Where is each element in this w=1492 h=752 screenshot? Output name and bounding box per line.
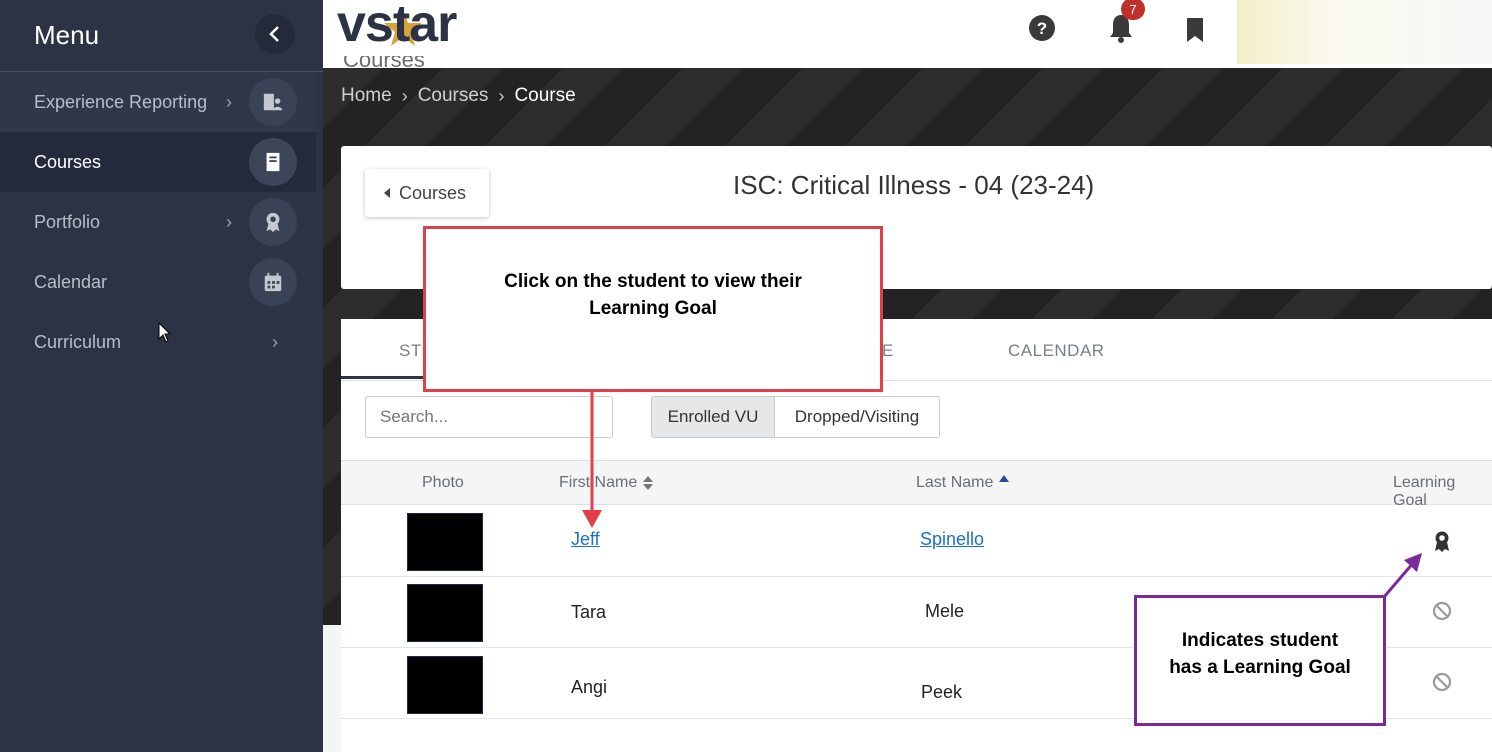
annotation-line: Indicates student <box>1181 629 1339 651</box>
annotation-learning-goal-indicator: Indicates student has a Learning Goal <box>1134 595 1386 726</box>
logo[interactable]: vstar <box>337 0 457 54</box>
back-button-label: Courses <box>399 182 467 203</box>
table-row: Jeff Spinello <box>341 506 1492 577</box>
chevron-right-icon: › <box>498 85 505 106</box>
chevron-right-icon: › <box>401 85 408 106</box>
sidebar-item-experience-reporting[interactable]: Experience Reporting › <box>0 72 316 132</box>
breadcrumb-home[interactable]: Home <box>341 85 392 107</box>
sidebar-item-portfolio[interactable]: Portfolio › <box>0 192 323 252</box>
breadcrumb-course: Course <box>514 85 576 106</box>
tab-hidden[interactable]: E <box>882 341 894 361</box>
sidebar-item-label: Curriculum <box>34 331 122 352</box>
help-icon[interactable]: ? <box>1028 14 1056 42</box>
enrolled-vu-toggle[interactable]: Enrolled VU <box>651 396 775 438</box>
annotation-line: Click on the student to view their <box>504 271 802 292</box>
bookmark-icon[interactable] <box>1185 17 1205 43</box>
top-bar: vstar ? 7 <box>323 0 1492 68</box>
breadcrumb: Home › Courses › Course <box>341 85 576 107</box>
sidebar: Menu Experience Reporting › Courses Port… <box>0 0 323 752</box>
notification-count-badge: 7 <box>1121 0 1145 20</box>
tab-students[interactable]: ST <box>399 341 422 361</box>
header-first-name-label: First Name <box>559 474 638 491</box>
learning-goal-award-icon[interactable] <box>1431 530 1453 552</box>
annotation-click-student: Click on the student to view their Learn… <box>423 226 883 392</box>
mouse-cursor-icon <box>158 322 172 343</box>
sidebar-item-label: Portfolio <box>34 211 101 232</box>
id-card-icon <box>249 78 297 126</box>
annotation-line: has a Learning Goal <box>1169 656 1351 678</box>
student-photo <box>407 513 483 571</box>
header-photo: Photo <box>422 474 464 491</box>
header-last-name[interactable]: Last Name <box>916 474 1010 492</box>
student-last-name[interactable]: Peek <box>921 682 962 703</box>
sidebar-item-label: Calendar <box>34 271 108 292</box>
dropped-visiting-toggle[interactable]: Dropped/Visiting <box>774 396 940 438</box>
student-first-name[interactable]: Angi <box>571 677 607 698</box>
no-learning-goal-icon <box>1432 601 1452 621</box>
header-learning-goal: Learning Goal <box>1393 474 1456 509</box>
sidebar-item-label: Courses <box>34 151 102 172</box>
banner-title: Courses <box>343 56 425 72</box>
table-header: Photo First Name Last Name Learning Goal <box>341 460 1492 509</box>
sidebar-item-courses[interactable]: Courses <box>0 132 316 192</box>
back-to-courses-button[interactable]: Courses <box>365 169 489 217</box>
student-photo <box>407 584 483 642</box>
svg-text:?: ? <box>1037 19 1047 38</box>
student-photo <box>407 656 483 714</box>
sidebar-item-label: Experience Reporting <box>34 91 208 112</box>
book-icon <box>249 138 297 186</box>
student-last-name-link[interactable]: Spinello <box>920 529 984 550</box>
search-input[interactable] <box>365 396 613 438</box>
breadcrumb-courses[interactable]: Courses <box>418 85 489 107</box>
annotation-line: Learning Goal <box>589 298 717 319</box>
student-last-name[interactable]: Mele <box>925 601 964 622</box>
header-last-name-label: Last Name <box>916 474 994 491</box>
no-learning-goal-icon <box>1432 672 1452 692</box>
sidebar-header: Menu <box>0 0 323 72</box>
collapse-sidebar-button[interactable] <box>255 14 295 54</box>
header-first-name[interactable]: First Name <box>559 474 654 492</box>
chevron-right-icon: › <box>226 211 232 232</box>
sort-icon <box>643 475 654 490</box>
calendar-icon <box>249 258 297 306</box>
tab-calendar[interactable]: CALENDAR <box>1008 341 1105 361</box>
chevron-right-icon: › <box>272 331 278 352</box>
user-profile-area[interactable] <box>1237 0 1492 64</box>
menu-title: Menu <box>34 20 100 50</box>
chevron-left-icon <box>269 26 279 42</box>
chevron-right-icon: › <box>226 91 232 112</box>
sort-ascending-icon <box>999 475 1010 482</box>
caret-left-icon <box>384 188 390 198</box>
course-title: ISC: Critical Illness - 04 (23-24) <box>733 170 1095 200</box>
award-icon <box>249 198 297 246</box>
student-first-name[interactable]: Tara <box>571 602 606 623</box>
student-first-name-link[interactable]: Jeff <box>571 529 600 550</box>
sidebar-item-calendar[interactable]: Calendar <box>0 252 323 312</box>
